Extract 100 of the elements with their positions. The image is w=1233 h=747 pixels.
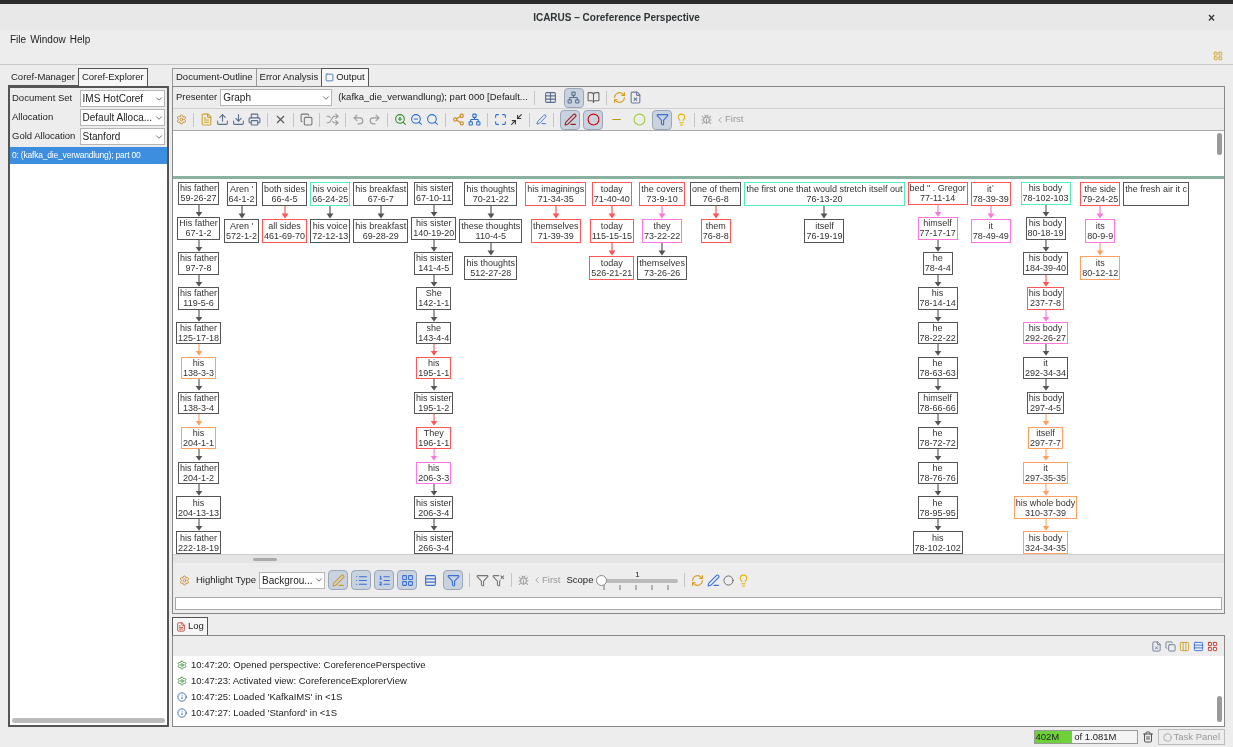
mention-node[interactable]: his body 297-4-5 — [1026, 391, 1065, 415]
memory-used: 402M — [1034, 729, 1061, 744]
highlight-type-dropdown[interactable]: Backgrou... — [259, 571, 326, 589]
log-entry: 10:47:23: Activated view: CoreferenceExplorerView — [191, 673, 407, 688]
mention-node[interactable]: his breakfast 67-6-7 — [353, 182, 409, 206]
mention-node[interactable]: his imaginings 71-34-35 — [525, 182, 587, 206]
document-title: (kafka_die_verwandlung); part 000 [Default... — [338, 90, 528, 105]
window-title: ICARUS – Coreference Perspective — [533, 10, 700, 25]
mention-node[interactable]: itself 76-19-19 — [804, 219, 845, 243]
log-entry: 10:47:20: Opened perspective: CoreferencePerspective — [191, 657, 426, 672]
mention-node[interactable]: he 78-95-95 — [917, 496, 958, 520]
mention-node[interactable]: itself 297-7-7 — [1028, 426, 1064, 450]
mention-node[interactable]: its 80-12-12 — [1080, 256, 1121, 280]
mention-node[interactable]: his voice 66-24-25 — [310, 182, 351, 206]
mention-node[interactable]: his 195-1-1 — [416, 356, 452, 380]
mention-node[interactable]: these thoughts 110-4-5 — [459, 219, 523, 243]
mention-node[interactable]: his 78-102-102 — [912, 531, 963, 554]
mention-node[interactable]: the fresh air it c — [1123, 182, 1189, 206]
log-tab[interactable]: Log — [172, 617, 208, 635]
mention-node[interactable]: his body 78-102-103 — [1020, 182, 1071, 205]
mention-node[interactable]: it` 78-39-39 — [970, 182, 1011, 206]
mention-node[interactable]: Aren ' 572-1-2 — [224, 219, 260, 243]
editor-tab[interactable]: Output — [321, 68, 369, 86]
mention-node[interactable]: Aren ' 64-1-2 — [226, 182, 257, 206]
mention-node[interactable]: all sides 461-69-70 — [262, 219, 308, 243]
mention-node[interactable]: himself 77-17-17 — [917, 216, 958, 240]
field-label: Allocation — [12, 110, 55, 125]
dropdown[interactable]: IMS HotCoref — [79, 90, 165, 107]
mention-node[interactable]: his sister 141-4-5 — [413, 251, 454, 275]
scope-value: 1 — [635, 569, 640, 579]
mention-node[interactable]: he 78-63-63 — [917, 356, 958, 380]
mention-node[interactable]: both sides 66-4-5 — [262, 182, 308, 206]
mention-node[interactable]: his 204-13-13 — [176, 496, 222, 520]
mention-node[interactable]: his sister 206-3-4 — [413, 496, 454, 520]
mention-node[interactable]: today 115-15-15 — [589, 219, 634, 243]
menu-item[interactable]: Help — [69, 31, 91, 47]
close-button[interactable]: × — [1208, 9, 1215, 27]
mention-node[interactable]: his 206-3-3 — [416, 461, 452, 485]
mention-node[interactable]: he 78-76-76 — [917, 461, 958, 485]
mention-node[interactable]: his body 184-39-40 — [1023, 251, 1069, 275]
mention-node[interactable]: his thoughts 70-21-22 — [464, 182, 518, 206]
mention-node[interactable]: his father 125-17-18 — [176, 321, 222, 345]
mention-node[interactable]: themselves 73-26-26 — [637, 256, 687, 280]
mention-node[interactable]: the first one that would stretch itself out 76-13-20 — [744, 182, 905, 206]
mention-node[interactable]: themselves 71-39-39 — [531, 219, 581, 243]
log-entry: 10:47:27: Loaded 'Stanford' in <1S — [191, 705, 337, 720]
mention-node[interactable]: he 78-72-72 — [917, 426, 958, 450]
mention-node[interactable]: the covers 73-9-10 — [639, 182, 685, 206]
highlight-type-label: Highlight Type — [196, 572, 257, 587]
field-label: Document Set — [12, 91, 74, 106]
mention-node[interactable]: its 80-9-9 — [1085, 219, 1116, 243]
memory-total: of 1.081M — [1074, 729, 1117, 744]
mention-node[interactable]: his body 292-26-27 — [1023, 321, 1069, 345]
mention-node[interactable]: his sister 266-3-4 — [413, 531, 454, 554]
mention-node[interactable]: his 78-14-14 — [917, 286, 958, 310]
editor-tab[interactable]: Document-Outline — [172, 68, 256, 86]
mention-node[interactable]: his 138-3-3 — [181, 356, 217, 380]
mention-node[interactable]: His father 67-1-2 — [177, 216, 220, 240]
mention-node[interactable]: he 78-4-4 — [922, 251, 953, 275]
mention-node[interactable]: They 196-1-1 — [416, 426, 452, 450]
mention-node[interactable]: it 78-49-49 — [970, 219, 1011, 243]
mention-node[interactable]: bed " . Gregor 77-11-14 — [907, 182, 968, 205]
mention-node[interactable]: his breakfast 69-28-29 — [353, 219, 409, 243]
scope-label: Scope — [566, 572, 594, 587]
mention-node[interactable]: his body 324-34-35 — [1023, 531, 1069, 554]
mention-node[interactable]: his thoughts 512-27-28 — [464, 256, 518, 280]
mention-node[interactable]: today 71-40-40 — [591, 182, 632, 206]
mention-node[interactable]: his sister 67-10-11 — [413, 182, 454, 205]
presenter-label: Presenter — [176, 90, 218, 105]
mention-node[interactable]: his father 204-1-2 — [178, 461, 220, 485]
dropdown[interactable]: Default Alloca... — [79, 109, 165, 126]
mention-node[interactable]: his sister 140-19-20 — [411, 216, 457, 240]
mention-node[interactable]: his body 80-18-19 — [1025, 216, 1066, 240]
mention-node[interactable]: She 142-1-1 — [416, 286, 452, 310]
mention-node[interactable]: his father 138-3-4 — [178, 391, 220, 415]
menu-item[interactable]: File — [10, 31, 27, 47]
mention-node[interactable]: his whole body 310-37-39 — [1013, 496, 1078, 520]
mention-node[interactable]: his 204-1-1 — [181, 426, 217, 450]
mention-node[interactable]: his sister 195-1-2 — [413, 391, 454, 415]
mention-node[interactable]: his father 59-26-27 — [178, 182, 220, 205]
mention-node[interactable]: his father 97-7-8 — [178, 251, 220, 275]
mention-node[interactable]: his father 119-5-6 — [178, 286, 220, 310]
mention-node[interactable]: one of them 76-6-8 — [689, 182, 742, 206]
panel-tab[interactable]: Coref-Explorer — [77, 68, 148, 86]
mention-node[interactable]: it 292-34-34 — [1023, 356, 1069, 380]
mention-node[interactable]: they 73-22-22 — [642, 219, 683, 243]
mention-node[interactable]: it 297-35-35 — [1023, 461, 1069, 485]
dropdown[interactable]: Stanford — [79, 128, 165, 145]
mention-node[interactable]: his father 222-18-19 — [176, 531, 222, 554]
mention-node[interactable]: his body 237-7-8 — [1026, 286, 1065, 310]
mention-node[interactable]: himself 78-66-66 — [917, 391, 958, 415]
field-label: Gold Allocation — [12, 129, 77, 144]
mention-node[interactable]: today 526-21-21 — [589, 256, 635, 280]
mention-node[interactable]: the side 79-24-25 — [1080, 182, 1121, 206]
mention-node[interactable]: his voice 72-12-13 — [310, 219, 351, 243]
mention-node[interactable]: she 143-4-4 — [416, 321, 452, 345]
mention-node[interactable]: he 78-22-22 — [917, 321, 958, 345]
menu-item[interactable]: Window — [30, 31, 66, 47]
mention-node[interactable]: them 76-8-8 — [700, 219, 731, 243]
presenter-dropdown[interactable]: Graph — [220, 89, 333, 106]
